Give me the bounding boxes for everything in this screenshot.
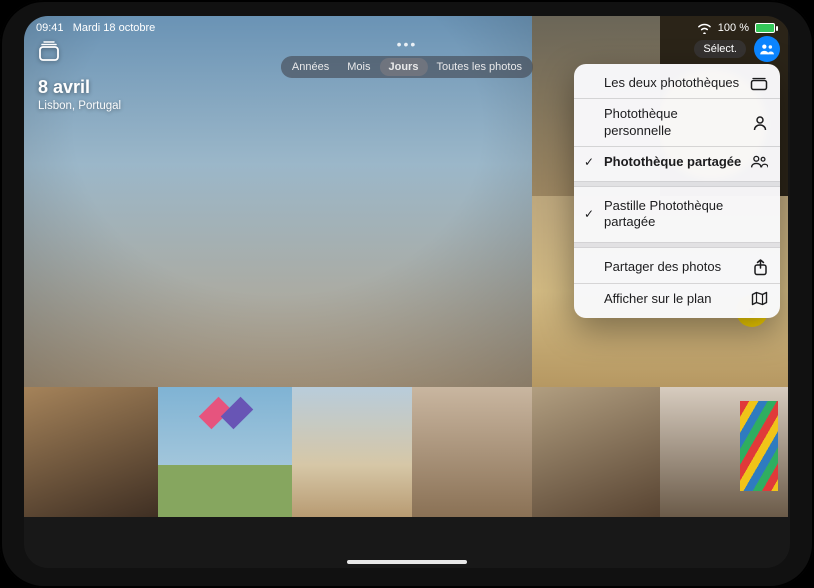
menu-item-label: Photothèque partagée [604,154,742,170]
library-icon [38,40,62,62]
location-subtitle: Lisbon, Portugal [38,100,121,112]
people-icon [750,154,768,169]
photo-tile[interactable] [158,387,292,517]
shared-library-button[interactable] [754,36,780,62]
view-segmented-control[interactable]: AnnéesMoisJoursToutes les photos [281,56,533,78]
segment-années[interactable]: Années [283,58,338,76]
home-indicator [347,560,467,564]
screen: 09:41 Mardi 18 octobre 100 % [24,16,790,568]
photo-tile[interactable] [660,387,788,517]
wifi-icon [697,23,712,34]
menu-item[interactable]: ✓ Photothèque partagée [574,146,780,177]
ellipsis-icon[interactable]: ••• [281,36,533,52]
view-segmented-wrap: ••• AnnéesMoisJoursToutes les photos [281,36,533,78]
status-time: 09:41 [36,22,64,34]
menu-item-label: Afficher sur le plan [604,291,742,307]
status-bar: 09:41 Mardi 18 octobre 100 % [24,16,790,36]
checkmark-icon: ✓ [582,155,596,169]
menu-library-section: Les deux photothèques Photothèque personn… [574,64,780,181]
menu-item-label: Les deux photothèques [604,75,742,91]
menu-item[interactable]: Photothèque personnelle [574,98,780,146]
menu-actions-section: Partager des photos Afficher sur le plan [574,248,780,318]
select-button-label: Sélect. [703,43,737,55]
photo-tile[interactable] [24,387,158,517]
menu-item[interactable]: Les deux photothèques [574,68,780,98]
ipad-frame: 09:41 Mardi 18 octobre 100 % [0,0,814,588]
date-title: 8 avril [38,77,121,98]
share-icon [750,259,768,276]
overlay-header: 8 avril Lisbon, Portugal [38,40,121,112]
menu-item-label: Partager des photos [604,259,742,275]
battery-icon [755,23,778,33]
segment-mois[interactable]: Mois [338,58,379,76]
photo-tile[interactable] [412,387,532,517]
person-icon [750,115,768,131]
segment-toutes-les-photos[interactable]: Toutes les photos [427,58,531,76]
library-filter-menu: Les deux photothèques Photothèque personn… [574,64,780,318]
select-button[interactable]: Sélect. [694,40,746,58]
menu-item-label: Pastille Photothèque partagée [604,198,742,231]
photo-tile[interactable] [532,387,660,517]
menu-item-label: Photothèque personnelle [604,106,742,139]
stack-icon [750,76,768,91]
menu-item[interactable]: Afficher sur le plan [574,283,780,314]
library-button[interactable] [38,40,121,67]
battery-pct: 100 % [718,22,749,34]
status-date: Mardi 18 octobre [73,22,156,34]
menu-item[interactable]: Partager des photos [574,252,780,283]
top-right-controls: Sélect. [694,36,780,62]
people-icon [759,42,775,56]
map-icon [750,291,768,306]
menu-badge-section: ✓ Pastille Photothèque partagée [574,187,780,242]
status-right: 100 % [697,22,778,34]
status-left: 09:41 Mardi 18 octobre [36,22,155,34]
menu-item[interactable]: ✓ Pastille Photothèque partagée [574,191,780,238]
photo-tile[interactable] [292,387,412,517]
segment-jours[interactable]: Jours [379,58,427,76]
checkmark-icon: ✓ [582,207,596,221]
